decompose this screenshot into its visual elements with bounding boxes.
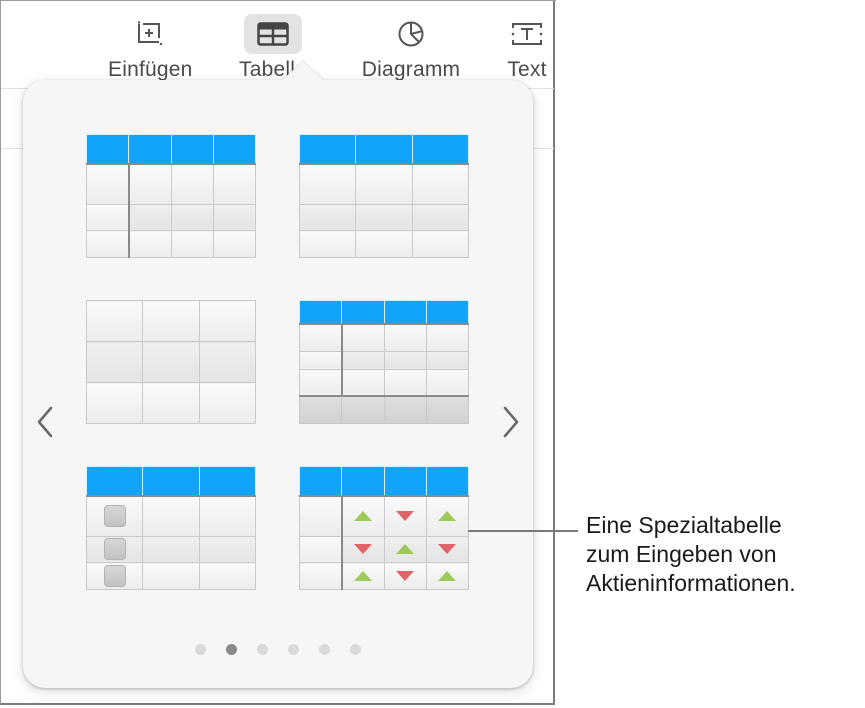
- toolbar-text-label: Text: [507, 58, 547, 81]
- insert-icon: [121, 14, 179, 54]
- callout-line: Aktieninformationen.: [586, 570, 796, 596]
- toolbar-insert-button[interactable]: Einfügen: [108, 14, 193, 82]
- page-dot-3[interactable]: [257, 644, 268, 655]
- table-style-header-row-header-column[interactable]: [85, 134, 257, 258]
- checkbox-icon: [103, 505, 126, 528]
- toolbar-insert-label: Einfügen: [108, 58, 193, 81]
- toolbar-text-button[interactable]: Text: [497, 14, 557, 82]
- table-icon: [243, 14, 302, 54]
- up-arrow-icon: [438, 511, 457, 522]
- table-styles-popover: [23, 61, 533, 688]
- page-indicator: [23, 644, 533, 655]
- up-arrow-icon: [396, 544, 415, 555]
- down-arrow-icon: [396, 511, 415, 522]
- callout-line: Eine Spezialtabelle: [586, 512, 782, 538]
- down-arrow-icon: [438, 544, 457, 555]
- page-dot-1[interactable]: [195, 644, 206, 655]
- down-arrow-icon: [354, 544, 373, 555]
- checkbox-icon: [103, 565, 126, 588]
- up-arrow-icon: [354, 511, 373, 522]
- toolbar-chart-button[interactable]: Diagramm: [353, 14, 469, 82]
- text-box-icon: [497, 14, 557, 54]
- down-arrow-icon: [396, 571, 415, 582]
- page-dot-5[interactable]: [319, 644, 330, 655]
- chevron-left-icon: [37, 406, 53, 438]
- up-arrow-icon: [438, 571, 457, 582]
- callout-leader-line: [468, 530, 578, 532]
- table-style-stock[interactable]: [298, 466, 470, 590]
- callout-line: zum Eingeben von: [586, 541, 777, 567]
- chart-icon: [353, 14, 469, 54]
- up-arrow-icon: [354, 571, 373, 582]
- toolbar-chart-label: Diagramm: [361, 58, 461, 81]
- page-dot-4[interactable]: [288, 644, 299, 655]
- page-dot-2[interactable]: [226, 644, 237, 655]
- page-dot-6[interactable]: [350, 644, 361, 655]
- table-style-checklist[interactable]: [85, 466, 257, 590]
- table-style-header-row[interactable]: [298, 134, 470, 258]
- chevron-right-icon: [503, 406, 519, 438]
- checkbox-icon: [103, 538, 126, 561]
- callout-text: Eine Spezialtabelle zum Eingeben von Akt…: [586, 511, 861, 598]
- popover-arrow: [281, 61, 325, 81]
- table-style-plain-grid[interactable]: [85, 300, 257, 424]
- next-page-button[interactable]: [499, 402, 523, 442]
- table-style-header-footer[interactable]: [298, 299, 470, 425]
- window-border: [1, 0, 556, 1]
- previous-page-button[interactable]: [33, 402, 57, 442]
